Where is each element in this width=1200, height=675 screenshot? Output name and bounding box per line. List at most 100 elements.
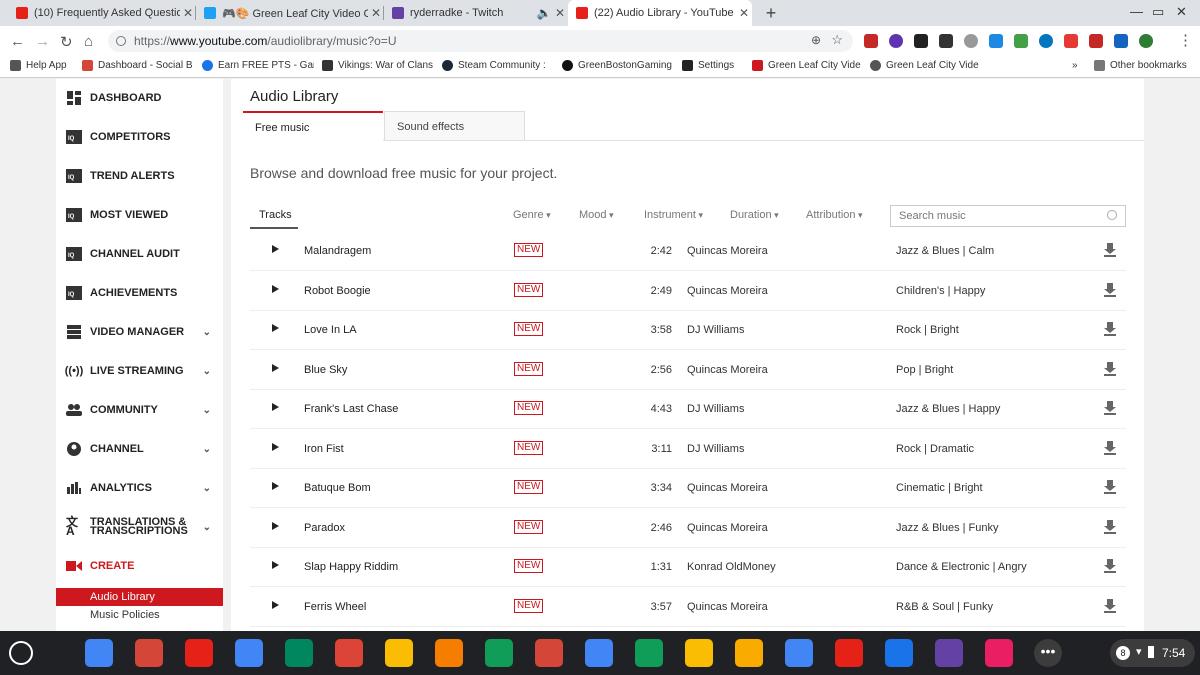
google-plus-icon[interactable] <box>335 639 363 667</box>
track-row[interactable]: Malandragem NEW 2:42 Quincas Moreira Jazz & … <box>250 231 1126 271</box>
close-tab-icon[interactable]: ✕ <box>552 6 568 20</box>
search-music-input[interactable]: Search music <box>890 205 1126 227</box>
track-row[interactable]: Batuque Bom NEW 3:34 Quincas Moreira Cinemat… <box>250 468 1126 508</box>
sidebar-item-channel[interactable]: CHANNEL ⌄ <box>56 434 223 464</box>
bookmark-item[interactable]: Dashboard - Social B <box>82 60 194 71</box>
close-tab-icon[interactable]: ✕ <box>368 6 384 20</box>
bookmark-item[interactable]: Earn FREE PTS - Gam <box>202 60 314 71</box>
bookmark-item[interactable]: Vikings: War of Clans <box>322 60 434 71</box>
play-icon[interactable] <box>272 284 279 293</box>
filter-genre[interactable]: Genre <box>513 209 551 221</box>
adsense-icon[interactable] <box>685 639 713 667</box>
play-icon[interactable] <box>272 363 279 372</box>
extension-icon[interactable] <box>1014 34 1028 48</box>
download-icon[interactable] <box>1104 598 1116 613</box>
sidebar-item-achievements[interactable]: IQ ACHIEVEMENTS <box>56 278 223 308</box>
track-row[interactable]: Slap Happy Riddim NEW 1:31 Konrad OldMoney D… <box>250 547 1126 587</box>
bookmark-item[interactable]: Settings <box>682 60 746 71</box>
status-tray[interactable]: 8 ▾ 7:54 <box>1110 639 1195 667</box>
sidebar-item-video-manager[interactable]: VIDEO MANAGER ⌄ <box>56 317 223 347</box>
filter-duration[interactable]: Duration <box>730 209 779 221</box>
play-store-icon[interactable] <box>285 639 313 667</box>
drive-icon[interactable] <box>485 639 513 667</box>
blogger-icon[interactable] <box>435 639 463 667</box>
download-icon[interactable] <box>1104 559 1116 573</box>
close-tab-icon[interactable]: ✕ <box>736 6 752 20</box>
download-icon[interactable] <box>1104 361 1116 376</box>
other-bookmarks[interactable]: Other bookmarks <box>1094 60 1194 71</box>
play-icon[interactable] <box>272 521 279 530</box>
bookmark-item[interactable]: Green Leaf City Vide <box>752 60 862 71</box>
track-artist[interactable]: Quincas Moreira <box>687 285 768 297</box>
track-artist[interactable]: Quincas Moreira <box>687 364 768 376</box>
sidebar-item-trend-alerts[interactable]: IQ TREND ALERTS <box>56 161 223 191</box>
bookmark-item[interactable]: Help App <box>10 60 74 71</box>
tab-free-music[interactable]: Free music <box>243 111 383 141</box>
track-row[interactable]: Blue Sky NEW 2:56 Quincas Moreira Pop | Brig… <box>250 350 1126 390</box>
send-icon[interactable] <box>885 639 913 667</box>
extension-icon[interactable] <box>989 34 1003 48</box>
zoom-icon[interactable]: ⊕ <box>811 33 821 47</box>
tracks-tab[interactable]: Tracks <box>250 203 298 229</box>
chevron-down-icon[interactable]: ⌄ <box>203 522 211 532</box>
chevron-down-icon[interactable]: ⌄ <box>203 405 211 416</box>
play-icon[interactable] <box>272 403 279 411</box>
bookmark-item[interactable]: Green Leaf City Vide <box>870 60 980 71</box>
gmail-icon[interactable] <box>135 639 163 667</box>
sidebar-item-channel-audit[interactable]: IQ CHANNEL AUDIT <box>56 239 223 269</box>
play-icon[interactable] <box>272 324 279 332</box>
track-row[interactable]: Robot Boogie NEW 2:49 Quincas Moreira Childr… <box>250 271 1126 311</box>
tab-sound-effects[interactable]: Sound effects <box>384 111 525 140</box>
extension-icon[interactable] <box>1064 34 1078 48</box>
track-artist[interactable]: Quincas Moreira <box>687 601 768 613</box>
track-artist[interactable]: DJ Williams <box>687 324 744 336</box>
launcher-icon[interactable] <box>9 641 33 665</box>
sidebar-sub-audio-library[interactable]: Audio Library <box>56 588 223 606</box>
extension-icon[interactable] <box>1089 34 1103 48</box>
filter-instrument[interactable]: Instrument <box>644 209 703 221</box>
download-icon[interactable] <box>1104 322 1116 336</box>
chevron-down-icon[interactable]: ⌄ <box>203 483 211 494</box>
play-icon[interactable] <box>272 561 279 569</box>
close-window-icon[interactable]: ✕ <box>1176 4 1187 20</box>
back-icon[interactable]: ← <box>10 33 25 50</box>
extension-icon[interactable] <box>939 34 953 48</box>
download-icon[interactable] <box>1104 440 1116 455</box>
track-artist[interactable]: Quincas Moreira <box>687 482 768 494</box>
sidebar-item-competitors[interactable]: IQ COMPETITORS <box>56 122 223 152</box>
menu-icon[interactable]: ⋮ <box>1178 31 1193 49</box>
reload-icon[interactable]: ↻ <box>60 33 73 51</box>
play-icon[interactable] <box>272 245 279 253</box>
download-icon[interactable] <box>1104 243 1116 257</box>
docs-icon[interactable] <box>235 639 263 667</box>
download-icon[interactable] <box>1104 282 1116 297</box>
analytics-icon[interactable] <box>735 639 763 667</box>
home-icon[interactable]: ⌂ <box>84 33 93 50</box>
track-artist[interactable]: Quincas Moreira <box>687 245 768 257</box>
chevron-down-icon[interactable]: ⌄ <box>203 327 211 338</box>
info-icon[interactable] <box>116 36 126 46</box>
new-tab-button[interactable]: + <box>762 3 780 23</box>
track-row[interactable]: Ferris Wheel NEW 3:57 Quincas Moreira R&B & … <box>250 587 1126 627</box>
download-icon[interactable] <box>1104 519 1116 534</box>
sidebar-item-translations[interactable]: 文A TRANSLATIONS & TRANSCRIPTIONS ⌄ <box>56 512 223 542</box>
filter-mood[interactable]: Mood <box>579 209 614 221</box>
twitch-icon[interactable] <box>935 639 963 667</box>
bookmark-star-icon[interactable]: ☆ <box>831 32 843 48</box>
browser-tab[interactable]: (10) Frequently Asked Questions ✕ <box>8 0 196 26</box>
browser-tab[interactable]: 🎮🎨 Green Leaf City Video Gam ✕ <box>196 0 384 26</box>
sidebar-item-most-viewed[interactable]: IQ MOST VIEWED <box>56 200 223 230</box>
track-artist[interactable]: DJ Williams <box>687 443 744 455</box>
youtube-creator-icon[interactable] <box>835 639 863 667</box>
chevron-down-icon[interactable]: ⌄ <box>203 366 211 377</box>
extension-icon[interactable] <box>1114 34 1128 48</box>
extension-icon[interactable] <box>1039 34 1053 48</box>
more-bookmarks-button[interactable]: » <box>1072 60 1078 71</box>
maximize-icon[interactable]: ▭ <box>1152 4 1164 20</box>
browser-tab-active[interactable]: (22) Audio Library - YouTube ✕ <box>568 0 752 26</box>
close-tab-icon[interactable]: ✕ <box>180 6 196 20</box>
youtube-icon[interactable] <box>185 639 213 667</box>
download-icon[interactable] <box>1104 401 1116 415</box>
track-row[interactable]: Love In LA NEW 3:58 DJ Williams Rock | Brigh… <box>250 310 1126 350</box>
mute-tab-icon[interactable]: 🔈 <box>536 6 552 20</box>
